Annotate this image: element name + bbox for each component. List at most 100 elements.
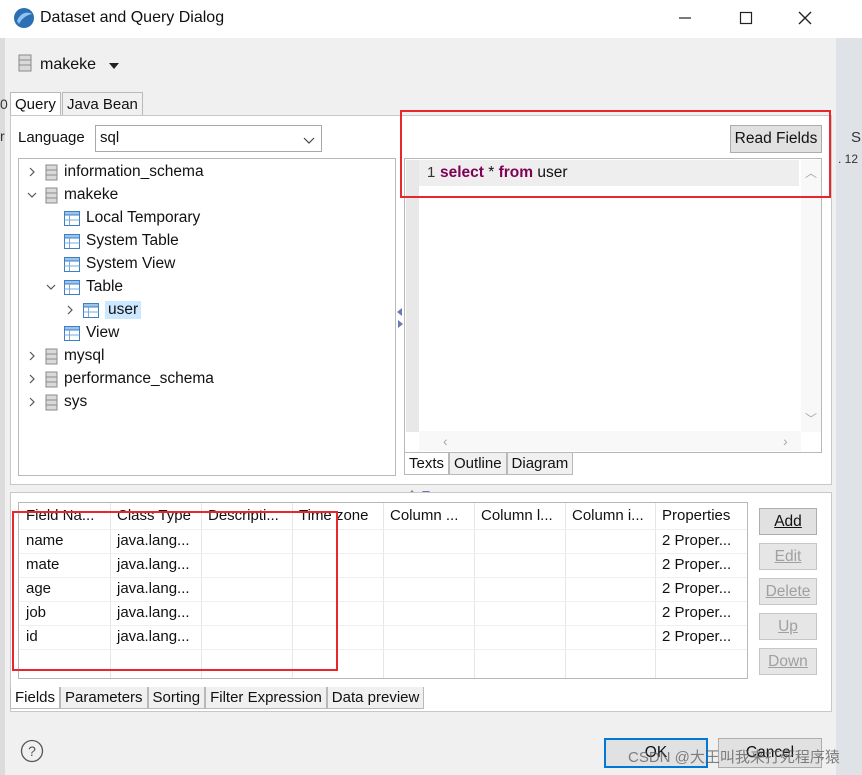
background-window-edge	[0, 38, 5, 775]
edit-button[interactable]: Edit	[759, 543, 817, 570]
background-fragment: S	[851, 129, 862, 146]
window-title: Dataset and Query Dialog	[40, 9, 225, 26]
splitter-arrows[interactable]	[396, 306, 404, 330]
annotation-box-fields	[12, 511, 338, 671]
table-icon	[64, 210, 80, 226]
maximize-button[interactable]	[726, 4, 766, 32]
database-icon	[45, 371, 58, 388]
tree-node-label: System Table	[86, 232, 179, 249]
up-button[interactable]: Up	[759, 613, 817, 640]
chevron-down-icon[interactable]	[25, 191, 39, 199]
tree-node-label: user	[105, 301, 142, 319]
down-button-label: Down	[768, 652, 808, 670]
chevron-down-icon[interactable]	[44, 283, 58, 291]
up-button-label: Up	[778, 617, 798, 635]
tree-node-label: View	[86, 324, 120, 341]
chevron-right-icon[interactable]	[25, 351, 39, 361]
tab-fields[interactable]: Fields	[10, 687, 61, 709]
tree-node-label: System View	[86, 255, 176, 272]
horizontal-scrollbar[interactable]: ‹ ›	[419, 431, 801, 451]
chevron-right-icon[interactable]	[25, 167, 39, 177]
tree-node[interactable]: makeke	[25, 184, 118, 206]
close-button[interactable]	[785, 4, 825, 32]
chevron-right-icon[interactable]	[25, 397, 39, 407]
language-value: sql	[100, 129, 120, 146]
sql-editor[interactable]: 1 select * from user ︿ ﹀ ‹ ›	[404, 158, 822, 453]
tree-node[interactable]: System View	[44, 253, 175, 275]
table-cell[interactable]: 2 Proper...	[662, 604, 731, 621]
scroll-right-icon[interactable]: ›	[783, 433, 788, 449]
tree-node-label: mysql	[64, 347, 105, 364]
tab-query[interactable]: Query	[10, 92, 61, 116]
edit-button-label: Edit	[774, 547, 802, 565]
add-button[interactable]: Add	[759, 508, 817, 535]
database-icon	[45, 348, 58, 365]
column-header[interactable]: Column l...	[481, 507, 566, 524]
tree-node[interactable]: Table	[44, 276, 123, 298]
column-header[interactable]: Properties	[662, 507, 746, 524]
delete-button-label: Delete	[765, 582, 811, 600]
tree-node[interactable]: System Table	[44, 230, 179, 252]
tree-node[interactable]: View	[44, 322, 119, 344]
tree-node-label: Table	[86, 278, 124, 295]
column-header[interactable]: Column ...	[390, 507, 475, 524]
help-glyph: ?	[28, 743, 36, 759]
background-window-edge-right	[836, 38, 862, 775]
editor-gutter	[406, 160, 419, 432]
table-icon	[64, 325, 80, 341]
tab-parameters[interactable]: Parameters	[60, 687, 148, 709]
delete-button[interactable]: Delete	[759, 578, 817, 605]
watermark: CSDN @大王叫我来打死程序猿	[628, 749, 840, 766]
editor-tab-bar: Texts Outline Diagram	[404, 453, 574, 475]
database-icon	[45, 187, 58, 204]
down-button[interactable]: Down	[759, 648, 817, 675]
tab-java-bean[interactable]: Java Bean	[62, 92, 143, 116]
language-select[interactable]: sql	[95, 125, 322, 152]
tree-node-label: makeke	[64, 186, 119, 203]
tree-node[interactable]: information_schema	[25, 161, 204, 183]
chevron-right-icon[interactable]	[63, 305, 77, 315]
tab-sorting[interactable]: Sorting	[147, 687, 206, 709]
chevron-right-icon[interactable]	[25, 374, 39, 384]
chevron-down-icon[interactable]	[108, 57, 120, 74]
tab-diagram[interactable]: Diagram	[506, 453, 574, 475]
table-cell[interactable]: 2 Proper...	[662, 580, 731, 597]
tree-node[interactable]: user	[63, 299, 142, 321]
vertical-scrollbar[interactable]: ︿ ﹀	[801, 160, 821, 432]
column-header[interactable]: Column i...	[572, 507, 656, 524]
datasource-selector[interactable]: makeke	[18, 52, 120, 78]
scroll-down-icon[interactable]: ﹀	[805, 410, 817, 427]
database-tree[interactable]: information_schemamakeke Local Temporary S…	[18, 158, 396, 476]
table-cell[interactable]: 2 Proper...	[662, 532, 731, 549]
add-button-label: Add	[774, 512, 802, 530]
background-fragment: 0	[0, 96, 8, 112]
tree-node[interactable]: performance_schema	[25, 368, 214, 390]
tab-outline[interactable]: Outline	[449, 453, 507, 475]
tab-filter-expression[interactable]: Filter Expression	[205, 687, 327, 709]
database-icon	[18, 54, 32, 76]
background-fragment: . 12	[838, 152, 859, 166]
tree-node[interactable]: sys	[25, 391, 87, 413]
tree-node-label: sys	[64, 393, 88, 410]
tree-node-label: performance_schema	[64, 370, 214, 387]
minimize-button[interactable]	[665, 4, 705, 32]
chevron-down-icon	[303, 132, 315, 149]
tree-node-label: Local Temporary	[86, 209, 201, 226]
table-icon	[83, 302, 99, 318]
tree-node[interactable]: mysql	[25, 345, 104, 367]
tab-texts[interactable]: Texts	[404, 453, 450, 475]
background-fragment: r	[0, 128, 5, 144]
table-cell[interactable]: 2 Proper...	[662, 556, 731, 573]
language-label: Language	[18, 129, 85, 146]
fields-tab-bar: Fields Parameters Sorting Filter Expression…	[10, 687, 425, 709]
tree-node-label: information_schema	[64, 163, 204, 180]
annotation-box-sql	[400, 110, 831, 198]
table-cell[interactable]: 2 Proper...	[662, 628, 731, 645]
help-icon[interactable]: ?	[20, 739, 44, 763]
database-icon	[45, 394, 58, 411]
splitter-arrows[interactable]	[406, 484, 434, 496]
table-icon	[64, 256, 80, 272]
scroll-left-icon[interactable]: ‹	[443, 433, 448, 449]
tree-node[interactable]: Local Temporary	[44, 207, 200, 229]
tab-data-preview[interactable]: Data preview	[326, 687, 425, 709]
